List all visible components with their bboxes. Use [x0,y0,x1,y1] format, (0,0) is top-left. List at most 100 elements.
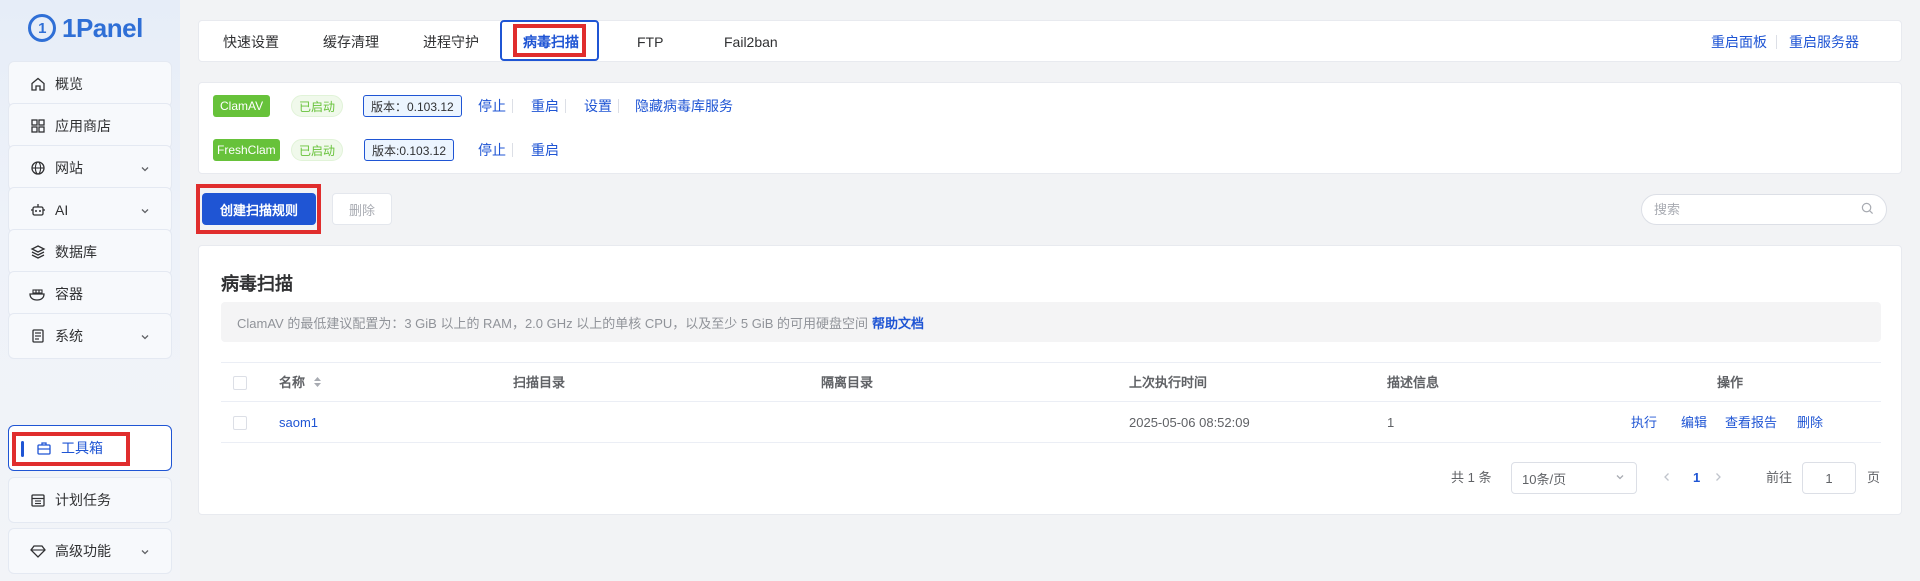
tab-fail2ban[interactable]: Fail2ban [724,21,778,63]
divider [565,99,566,113]
column-header-last-run: 上次执行时间 [1129,375,1208,390]
divider [512,99,513,113]
help-docs-link[interactable]: 帮助文档 [872,313,924,332]
tab-quick-settings[interactable]: 快速设置 [223,21,279,63]
sidebar-item-cron-jobs[interactable]: 计划任务 [8,477,172,523]
sidebar-item-overview[interactable]: 概览 [8,61,172,107]
row-checkbox[interactable] [233,416,247,430]
hide-freshclam-link[interactable]: 隐藏病毒库服务 [635,95,733,117]
sidebar-item-app-store[interactable]: 应用商店 [8,103,172,149]
table-header: 名称 扫描目录 隔离目录 上次执行时间 描述信息 操作 [221,362,1881,402]
rule-name-link[interactable]: saom1 [279,403,318,443]
create-scan-rule-button[interactable]: 创建扫描规则 [202,193,316,225]
goto-page-input[interactable] [1802,462,1856,494]
sidebar-item-toolbox[interactable]: 工具箱 [8,425,172,471]
sidebar-item-label: 系统 [55,328,83,344]
status-badge: 已启动 [291,95,344,117]
tab-cache-cleanup[interactable]: 缓存清理 [323,21,379,63]
chevron-down-icon [139,204,151,220]
active-tab-outline [500,20,599,61]
grid-icon [29,117,47,135]
search-input[interactable] [1654,202,1861,217]
search-icon[interactable] [1861,202,1874,218]
clamav-restart-link[interactable]: 重启 [531,95,559,117]
search-box [1641,194,1887,225]
info-alert: ClamAV 的最低建议配置为：3 GiB 以上的 RAM，2.0 GHz 以上… [221,302,1881,342]
sidebar-item-label: 应用商店 [55,118,111,134]
tab-process-supervisor[interactable]: 进程守护 [423,21,479,63]
sidebar-item-label: 概览 [55,76,83,92]
sidebar-item-label: 工具箱 [61,440,103,456]
column-header-scan-dir: 扫描目录 [513,375,566,390]
restart-panel-link[interactable]: 重启面板 [1711,21,1767,63]
freshclam-service-tag: FreshClam [213,139,280,161]
virus-scan-panel: 病毒扫描 ClamAV 的最低建议配置为：3 GiB 以上的 RAM，2.0 G… [198,245,1902,515]
page-size-select[interactable]: 10条/页 [1511,462,1637,494]
sidebar-item-label: 容器 [55,286,83,302]
freshclam-stop-link[interactable]: 停止 [478,139,506,161]
sidebar-item-advanced[interactable]: 高级功能 [8,528,172,574]
clamav-service-tag: ClamAV [213,95,271,117]
robot-icon [29,201,47,219]
chevron-down-icon [1614,471,1626,486]
sidebar-item-label: 数据库 [55,244,97,260]
chevron-down-icon [139,330,151,346]
sort-icon[interactable] [313,364,322,404]
globe-icon [29,159,47,177]
sidebar-item-databases[interactable]: 数据库 [8,229,172,275]
chevron-down-icon [139,545,151,561]
container-icon [29,285,47,303]
last-run-cell: 2025-05-06 08:52:09 [1129,415,1250,430]
view-report-button[interactable]: 查看报告 [1725,403,1777,443]
delete-row-button[interactable]: 删除 [1797,403,1823,443]
column-label: 名称 [279,375,306,390]
divider [512,143,513,157]
diamond-icon [29,542,47,560]
page-number-current[interactable]: 1 [1693,462,1700,494]
tab-ftp[interactable]: FTP [637,21,663,63]
page-suffix: 页 [1867,470,1881,485]
sidebar-item-ai[interactable]: AI [8,187,172,233]
status-badge: 已启动 [291,139,344,161]
sidebar-item-label: 网站 [55,160,83,176]
divider [1776,35,1777,49]
select-all-checkbox[interactable] [233,376,247,390]
total-count: 共 1 条 [1451,470,1492,485]
sidebar-item-label: 计划任务 [55,492,111,508]
goto-label: 前往 [1766,470,1793,485]
restart-server-link[interactable]: 重启服务器 [1789,21,1859,63]
logo-mark: 1 [28,14,56,42]
toolbox-icon [35,439,53,457]
description-cell: 1 [1387,415,1395,430]
home-icon [29,75,47,93]
service-status-panel: ClamAV 已启动 版本：0.103.12 停止 重启 设置 隐藏病毒库服务 … [198,82,1902,174]
version-badge: 版本：0.103.12 [363,95,462,117]
layers-icon [29,243,47,261]
next-page-icon[interactable] [1713,462,1723,494]
freshclam-restart-link[interactable]: 重启 [531,139,559,161]
logo[interactable]: 1 1Panel [28,10,143,46]
page-title: 病毒扫描 [221,274,293,294]
clamav-stop-link[interactable]: 停止 [478,95,506,117]
execute-button[interactable]: 执行 [1631,403,1657,443]
edit-button[interactable]: 编辑 [1681,403,1707,443]
chevron-down-icon [139,162,151,178]
system-icon [29,327,47,345]
column-header-description: 描述信息 [1387,375,1440,390]
sidebar-item-containers[interactable]: 容器 [8,271,172,317]
sidebar-item-websites[interactable]: 网站 [8,145,172,191]
column-header-quarantine-dir: 隔离目录 [821,375,874,390]
info-text: ClamAV 的最低建议配置为：3 GiB 以上的 RAM，2.0 GHz 以上… [237,315,869,331]
prev-page-icon[interactable] [1662,462,1672,494]
version-badge: 版本:0.103.12 [364,139,455,161]
column-header-name[interactable]: 名称 [279,363,322,403]
sidebar-item-label: AI [55,202,69,218]
divider [618,99,619,113]
tab-bar: 快速设置 缓存清理 进程守护 病毒扫描 FTP Fail2ban 重启面板 重启… [198,20,1902,62]
clamav-settings-link[interactable]: 设置 [584,95,612,117]
calendar-icon [29,491,47,509]
column-header-actions: 操作 [1717,375,1744,390]
delete-button[interactable]: 删除 [332,193,392,225]
logo-text: 1Panel [62,12,143,43]
sidebar-item-system[interactable]: 系统 [8,313,172,359]
